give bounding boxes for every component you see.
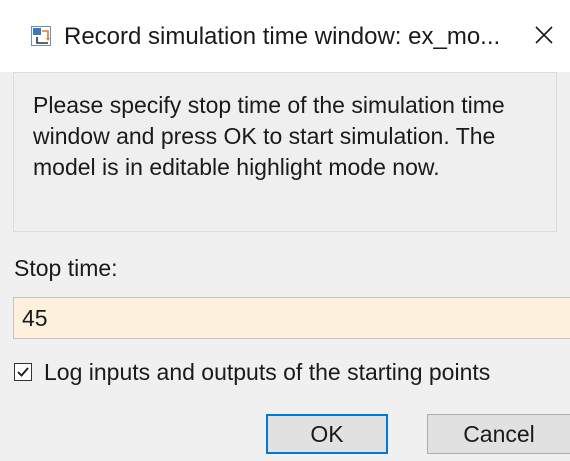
log-io-checkbox-label: Log inputs and outputs of the starting p…	[44, 359, 491, 385]
ok-button[interactable]: OK	[266, 414, 388, 454]
close-button[interactable]	[527, 20, 561, 54]
instruction-text: Please specify stop time of the simulati…	[33, 92, 505, 180]
log-io-checkbox[interactable]	[14, 363, 32, 381]
title-bar[interactable]: Record simulation time window: ex_mo...	[0, 0, 570, 72]
checkmark-icon	[17, 367, 29, 377]
simulink-model-icon	[31, 26, 51, 46]
stop-time-label: Stop time:	[14, 255, 118, 281]
instruction-panel: Please specify stop time of the simulati…	[13, 72, 557, 232]
close-icon	[534, 25, 554, 50]
cancel-button[interactable]: Cancel	[427, 414, 570, 454]
dialog-window: Record simulation time window: ex_mo... …	[0, 0, 570, 461]
dialog-title: Record simulation time window: ex_mo...	[64, 23, 501, 50]
stop-time-input[interactable]	[13, 297, 570, 339]
log-io-checkbox-row[interactable]: Log inputs and outputs of the starting p…	[14, 357, 490, 387]
